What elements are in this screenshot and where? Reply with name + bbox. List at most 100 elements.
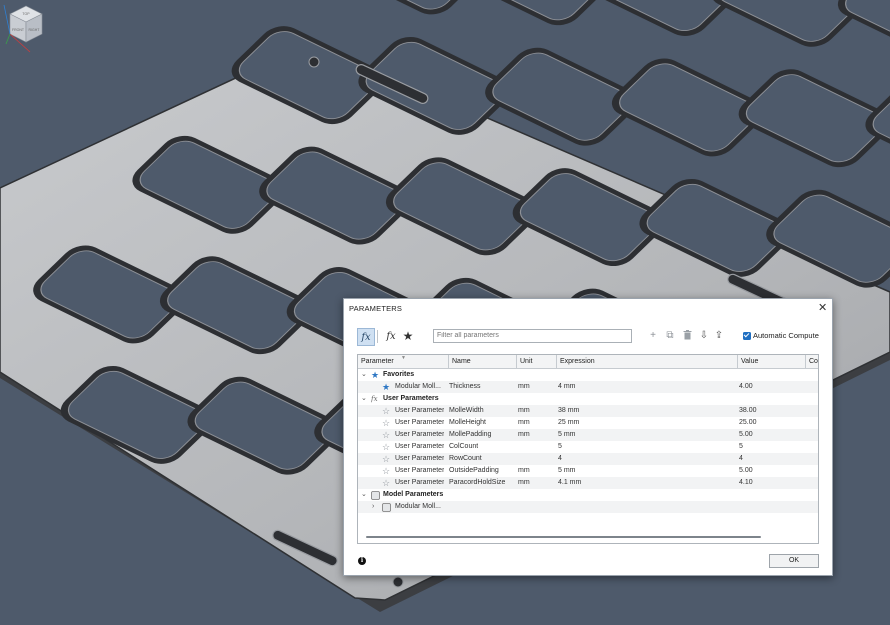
- filter-parameters-input[interactable]: [433, 329, 632, 343]
- import-icon[interactable]: ⇩: [698, 329, 710, 341]
- component-icon: [382, 501, 391, 513]
- param-type: User Parameter: [395, 479, 445, 486]
- favorite-star-icon[interactable]: ★: [382, 381, 390, 393]
- fx-icon: fx: [371, 395, 378, 403]
- copy-icon[interactable]: ⧉: [664, 329, 676, 341]
- param-name: Thickness: [449, 383, 481, 390]
- table-header: Parameter ▼ Name Unit Expression Value Co: [358, 355, 818, 369]
- mounting-hole: [392, 576, 404, 588]
- table-row[interactable]: ☆ User Parameter ParacordHoldSize mm 4.1 mm 4…: [358, 477, 818, 489]
- param-type: User Parameter: [395, 431, 445, 438]
- table-row[interactable]: ★ Modular Moll... Thickness mm 4 mm 4.00: [358, 381, 818, 393]
- param-value: 4.00: [739, 383, 753, 390]
- favorite-star-icon[interactable]: ☆: [382, 465, 390, 477]
- table-row[interactable]: › Modular Moll...: [358, 501, 818, 513]
- param-unit: mm: [518, 467, 530, 474]
- param-unit: mm: [518, 407, 530, 414]
- param-expression[interactable]: 38 mm: [558, 405, 579, 417]
- table-row[interactable]: ☆ User Parameter RowCount 4 4: [358, 453, 818, 465]
- group-label: Model Parameters: [383, 491, 444, 498]
- table-row[interactable]: ☆ User Parameter OutsidePadding mm 5 mm 5.00: [358, 465, 818, 477]
- param-type: Modular Moll...: [395, 383, 441, 390]
- param-expression[interactable]: 5: [558, 441, 562, 453]
- param-type: User Parameter: [395, 455, 445, 462]
- favorite-star-icon[interactable]: ☆: [382, 453, 390, 465]
- group-label: Favorites: [383, 371, 415, 378]
- export-icon[interactable]: ⇪: [713, 329, 725, 341]
- viewcube[interactable]: TOP FRONT RIGHT: [0, 0, 52, 58]
- table-row[interactable]: ☆ User Parameter MolleHeight mm 25 mm 25.00: [358, 417, 818, 429]
- automatic-compute-toggle[interactable]: Automatic Compute: [743, 331, 819, 340]
- column-header-unit[interactable]: Unit: [517, 355, 557, 368]
- param-type: Modular Moll...: [395, 503, 441, 510]
- param-unit: mm: [518, 383, 530, 390]
- favorite-star-icon[interactable]: ☆: [382, 417, 390, 429]
- component-icon: [371, 489, 380, 501]
- automatic-compute-label: Automatic Compute: [753, 331, 819, 340]
- molle-slot-cutout: [330, 0, 484, 15]
- ok-button[interactable]: OK: [769, 554, 819, 568]
- table-row[interactable]: ☆ User Parameter MolleWidth mm 38 mm 38.00: [358, 405, 818, 417]
- horizontal-scrollbar[interactable]: [366, 536, 761, 538]
- param-type: User Parameter: [395, 467, 445, 474]
- parameters-dialog: PARAMETERS ✕ fx fx ★ + ⧉ ⇩ ⇪ Automatic C…: [343, 298, 833, 576]
- parameters-table: Parameter ▼ Name Unit Expression Value Co…: [357, 354, 819, 544]
- param-value: 25.00: [739, 419, 757, 426]
- column-header-parameter[interactable]: Parameter ▼: [358, 355, 449, 368]
- chevron-down-icon[interactable]: ⌄: [361, 489, 367, 501]
- param-type: User Parameter: [395, 407, 445, 414]
- info-icon[interactable]: i: [358, 557, 366, 565]
- column-header-comment[interactable]: Co: [806, 355, 818, 368]
- parameters-fx-icon[interactable]: fx: [357, 328, 375, 346]
- chevron-down-icon[interactable]: ⌄: [361, 369, 367, 381]
- column-header-expression[interactable]: Expression: [557, 355, 738, 368]
- add-icon[interactable]: +: [647, 329, 659, 341]
- param-value: 38.00: [739, 407, 757, 414]
- param-name: RowCount: [449, 455, 482, 462]
- param-value: 5: [739, 443, 743, 450]
- param-expression[interactable]: 4.1 mm: [558, 477, 581, 489]
- dialog-title: PARAMETERS: [349, 304, 403, 313]
- param-expression[interactable]: 5 mm: [558, 429, 576, 441]
- param-name: MolleHeight: [449, 419, 486, 426]
- param-value: 5.00: [739, 431, 753, 438]
- param-name: MolleWidth: [449, 407, 484, 414]
- viewcube-top-label: TOP: [22, 12, 30, 16]
- column-header-value[interactable]: Value: [738, 355, 806, 368]
- chevron-right-icon[interactable]: ›: [372, 501, 374, 513]
- viewcube-front-label: FRONT: [12, 28, 25, 32]
- table-row[interactable]: ☆ User Parameter ColCount 5 5: [358, 441, 818, 453]
- delete-icon[interactable]: [681, 329, 693, 341]
- param-expression[interactable]: 5 mm: [558, 465, 576, 477]
- close-icon[interactable]: ✕: [818, 301, 827, 314]
- favorite-star-icon[interactable]: ☆: [382, 405, 390, 417]
- star-icon: ★: [371, 370, 380, 380]
- param-expression[interactable]: 4: [558, 453, 562, 465]
- checkbox-icon[interactable]: [743, 331, 751, 340]
- group-row-model-parameters[interactable]: ⌄ Model Parameters: [358, 489, 818, 501]
- filter-user-fx-icon[interactable]: fx: [384, 329, 398, 343]
- favorites-star-icon[interactable]: ★: [401, 328, 415, 344]
- molle-slot-cutout: [457, 0, 611, 26]
- favorite-star-icon[interactable]: ☆: [382, 429, 390, 441]
- param-value: 5.00: [739, 467, 753, 474]
- group-row-favorites[interactable]: ⌄ ★ Favorites: [358, 369, 818, 381]
- column-header-name[interactable]: Name: [449, 355, 517, 368]
- toolbar-divider: [377, 330, 378, 343]
- group-row-user-parameters[interactable]: ⌄ fx User Parameters: [358, 393, 818, 405]
- param-name: ParacordHoldSize: [449, 479, 506, 486]
- sort-caret-icon: ▼: [401, 355, 406, 361]
- favorite-star-icon[interactable]: ☆: [382, 477, 390, 489]
- param-type: User Parameter: [395, 419, 445, 426]
- molle-slot-cutout: [584, 0, 738, 36]
- param-expression[interactable]: 4 mm: [558, 381, 576, 393]
- mounting-hole: [308, 56, 320, 68]
- param-expression[interactable]: 25 mm: [558, 417, 579, 429]
- table-row[interactable]: ☆ User Parameter MollePadding mm 5 mm 5.00: [358, 429, 818, 441]
- param-name: MollePadding: [449, 431, 492, 438]
- param-value: 4.10: [739, 479, 753, 486]
- chevron-down-icon[interactable]: ⌄: [361, 393, 367, 405]
- param-type: User Parameter: [395, 443, 445, 450]
- favorite-star-icon[interactable]: ☆: [382, 441, 390, 453]
- param-unit: mm: [518, 431, 530, 438]
